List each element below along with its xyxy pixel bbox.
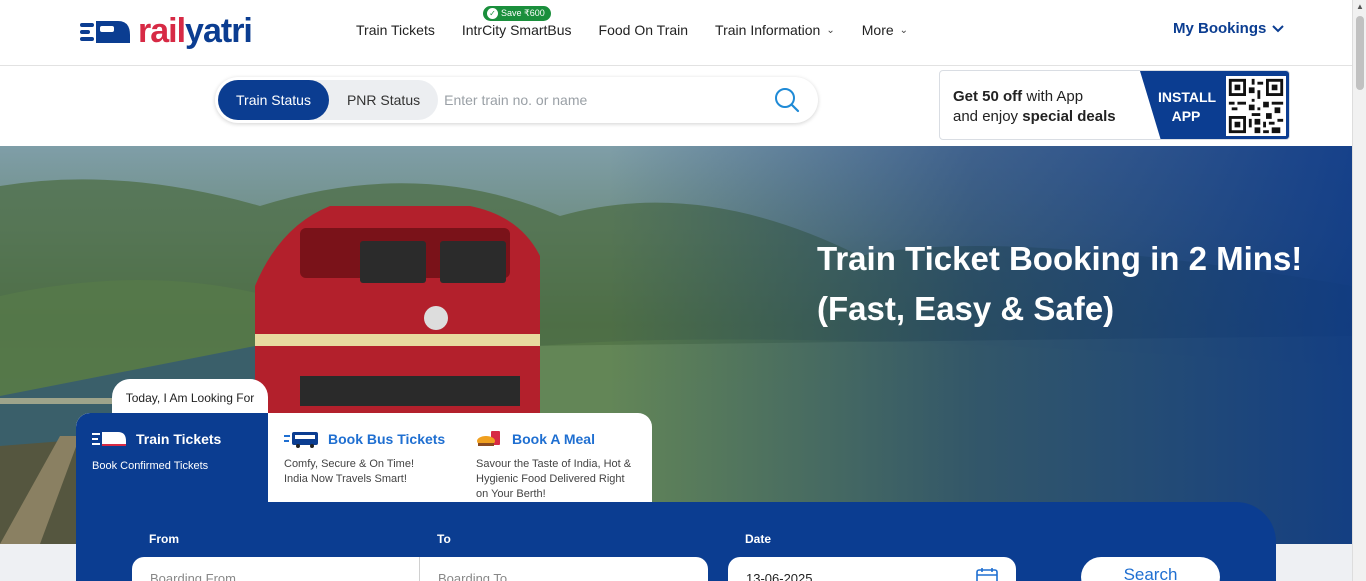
- tab-bus-tickets-title: Book Bus Tickets: [328, 431, 446, 447]
- scroll-thumb[interactable]: [1356, 16, 1364, 90]
- save-badge-text: Save ₹600: [501, 8, 545, 18]
- my-bookings-menu[interactable]: My Bookings: [1173, 20, 1285, 37]
- search-button[interactable]: Search: [1081, 557, 1220, 581]
- qr-code-icon: [1224, 74, 1288, 138]
- main-nav: Train Tickets IntrCity SmartBus Food On …: [356, 22, 935, 38]
- train-search-input[interactable]: [444, 92, 745, 108]
- nav-train-tickets[interactable]: Train Tickets: [356, 22, 435, 38]
- meal-icon: [477, 431, 500, 446]
- train-booking-form: From To Date Boarding From Boarding To 1…: [76, 502, 1276, 581]
- search-section: Train Status PNR Status Get 50 off with …: [0, 66, 1352, 146]
- save-badge: ✓ Save ₹600: [483, 6, 551, 21]
- promo-text: Get 50 off with App and enjoy special de…: [953, 88, 1116, 125]
- to-label: To: [437, 532, 451, 546]
- tab-pnr-status[interactable]: PNR Status: [329, 80, 438, 120]
- tab-bus-tickets-desc: Comfy, Secure & On Time! India Now Travel…: [284, 458, 415, 485]
- scroll-up-arrow-icon[interactable]: ▲: [1356, 2, 1364, 11]
- app-install-promo[interactable]: Get 50 off with App and enjoy special de…: [939, 70, 1290, 140]
- train-icon: [92, 432, 126, 446]
- logo-wordmark: railyatri: [138, 12, 253, 50]
- tab-train-status[interactable]: Train Status: [218, 80, 329, 120]
- hero-title: Train Ticket Booking in 2 Mins! (Fast, E…: [817, 234, 1302, 334]
- date-field[interactable]: 13-06-2025: [728, 557, 1016, 581]
- tab-train-tickets-title: Train Tickets: [136, 431, 222, 447]
- check-icon: ✓: [487, 8, 498, 19]
- boarding-to-field[interactable]: Boarding To: [420, 557, 708, 581]
- date-label: Date: [745, 532, 772, 546]
- boarding-from-field[interactable]: Boarding From: [132, 557, 420, 581]
- bus-icon: [284, 432, 318, 448]
- tab-bus-tickets[interactable]: Book Bus Tickets Comfy, Secure & On Time…: [268, 413, 460, 504]
- search-type-toggle: Train Status PNR Status: [218, 80, 439, 120]
- nav-more[interactable]: More ⌄: [862, 22, 908, 38]
- tab-train-tickets-desc: Book Confirmed Tickets: [92, 460, 209, 472]
- chevron-down-icon: ⌄: [899, 24, 909, 36]
- date-value: 13-06-2025: [746, 571, 813, 581]
- booking-type-tabs: Train Tickets Book Confirmed Tickets Boo…: [76, 413, 652, 504]
- hero-title-line2: (Fast, Easy & Safe): [817, 290, 1115, 327]
- install-app-label[interactable]: INSTALL APP: [1158, 88, 1216, 126]
- railyatri-logo[interactable]: railyatri: [80, 12, 253, 51]
- looking-for-label: Today, I Am Looking For: [112, 379, 268, 415]
- calendar-icon[interactable]: [976, 567, 998, 581]
- tab-train-tickets[interactable]: Train Tickets Book Confirmed Tickets: [76, 413, 268, 504]
- nav-train-information[interactable]: Train Information ⌄: [715, 22, 835, 38]
- from-label: From: [149, 532, 179, 546]
- tab-book-meal-desc: Savour the Taste of India, Hot & Hygienic…: [476, 458, 632, 500]
- nav-intrcity-smartbus[interactable]: IntrCity SmartBus: [462, 22, 572, 38]
- nav-food-on-train[interactable]: Food On Train: [599, 22, 689, 38]
- hero-title-line1: Train Ticket Booking in 2 Mins!: [817, 240, 1303, 277]
- top-navbar: railyatri ✓ Save ₹600 Train Tickets Intr…: [0, 0, 1352, 66]
- tab-book-meal[interactable]: Book A Meal Savour the Taste of India, H…: [460, 413, 652, 504]
- train-logo-icon: [80, 20, 130, 43]
- train-search-box: Train Status PNR Status: [215, 77, 818, 123]
- chevron-down-icon: [1272, 24, 1285, 32]
- search-icon[interactable]: [774, 87, 800, 113]
- chevron-down-icon: ⌄: [826, 24, 835, 36]
- tab-book-meal-title: Book A Meal: [512, 431, 595, 447]
- page-scrollbar[interactable]: ▲: [1352, 0, 1366, 581]
- my-bookings-label: My Bookings: [1173, 20, 1267, 37]
